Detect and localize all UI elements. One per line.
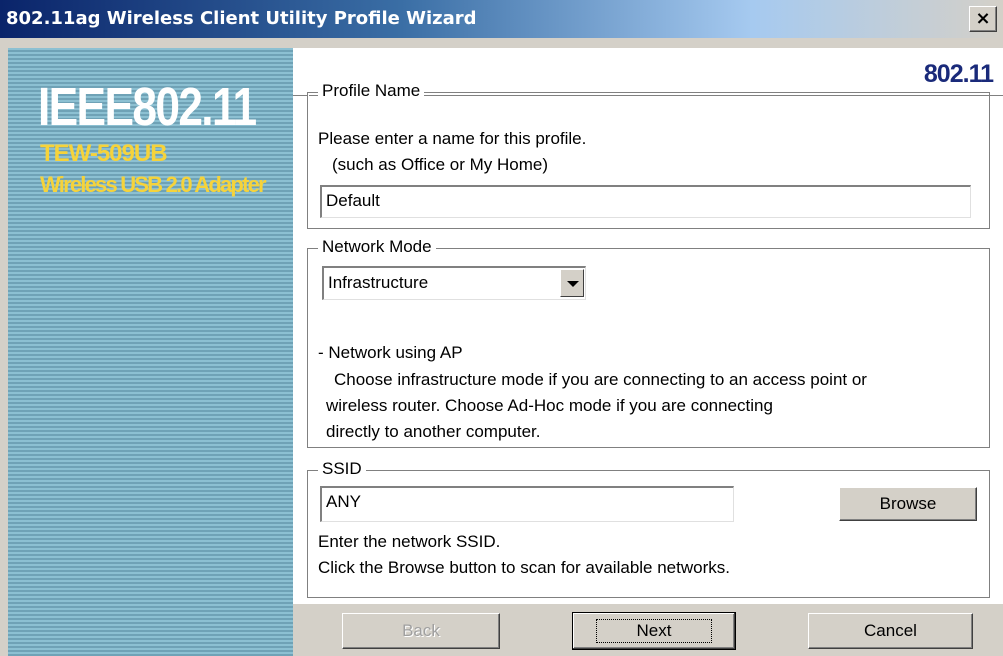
ssid-help-line2: Click the Browse button to scan for avai… [318, 558, 730, 577]
ssid-input[interactable]: ANY [320, 486, 734, 522]
cancel-button[interactable]: Cancel [808, 613, 973, 649]
banner-model: TEW-509UB [40, 140, 168, 167]
802-11-logo: 802.11 [923, 60, 994, 88]
banner-description: Wireless USB 2.0 Adapter [40, 172, 267, 197]
next-button-label: Next [595, 619, 713, 643]
banner-title: IEEE802.11 [38, 77, 257, 137]
profile-name-group: Profile Name Please enter a name for thi… [307, 81, 990, 229]
wizard-content: Profile Name Please enter a name for thi… [293, 81, 1003, 604]
product-banner: IEEE802.11 TEW-509UB Wireless USB 2.0 Ad… [8, 48, 293, 656]
ssid-group-label: SSID [318, 459, 366, 479]
network-mode-group: Network Mode Infrastructure - Network us… [307, 237, 990, 448]
profile-name-group-label: Profile Name [318, 81, 425, 101]
profile-name-instruction: Please enter a name for this profile. [318, 129, 587, 148]
network-mode-desc-line3: directly to another computer. [326, 422, 541, 441]
profile-name-input[interactable]: Default [320, 185, 971, 218]
network-mode-title: - Network using AP [318, 343, 463, 362]
window-title: 802.11ag Wireless Client Utility Profile… [6, 8, 477, 29]
back-button[interactable]: Back [342, 613, 500, 649]
close-button[interactable]: × [969, 6, 997, 32]
title-bar[interactable]: 802.11ag Wireless Client Utility Profile… [0, 0, 1003, 38]
browse-button[interactable]: Browse [839, 487, 977, 521]
network-mode-desc-line1: Choose infrastructure mode if you are co… [334, 370, 867, 389]
chevron-down-icon[interactable] [560, 269, 584, 297]
network-mode-desc-line2: wireless router. Choose Ad-Hoc mode if y… [326, 396, 773, 415]
close-icon: × [975, 8, 991, 29]
profile-wizard-window: 802.11ag Wireless Client Utility Profile… [0, 0, 1003, 656]
ssid-group: SSID ANY Browse Enter the network SSID. … [307, 459, 990, 598]
network-mode-selected: Infrastructure [328, 273, 429, 292]
network-mode-select[interactable]: Infrastructure [322, 266, 586, 300]
next-button[interactable]: Next [572, 612, 736, 650]
ssid-help-line1: Enter the network SSID. [318, 532, 501, 551]
profile-name-example: (such as Office or My Home) [332, 155, 549, 174]
network-mode-group-label: Network Mode [318, 237, 436, 257]
